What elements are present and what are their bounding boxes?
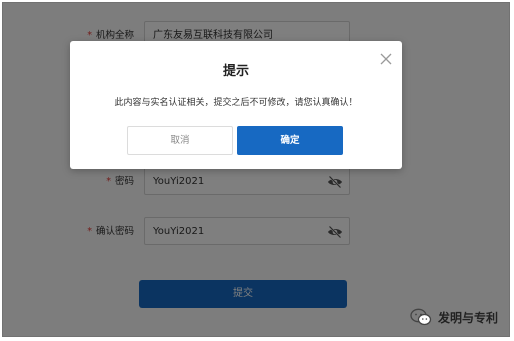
dialog-message: 此内容与实名认证相关，提交之后不可修改，请您认真确认！: [114, 98, 358, 108]
close-icon[interactable]: [379, 52, 393, 66]
wechat-icon: [410, 308, 432, 326]
cancel-button[interactable]: 取消: [127, 126, 233, 155]
watermark-text: 发明与专利: [438, 310, 499, 325]
watermark: 发明与专利: [410, 306, 498, 328]
confirm-button[interactable]: 确定: [237, 126, 343, 155]
confirm-dialog: 提示 此内容与实名认证相关，提交之后不可修改，请您认真确认！ 取消 确定: [70, 41, 402, 169]
dialog-title: 提示: [222, 64, 249, 79]
